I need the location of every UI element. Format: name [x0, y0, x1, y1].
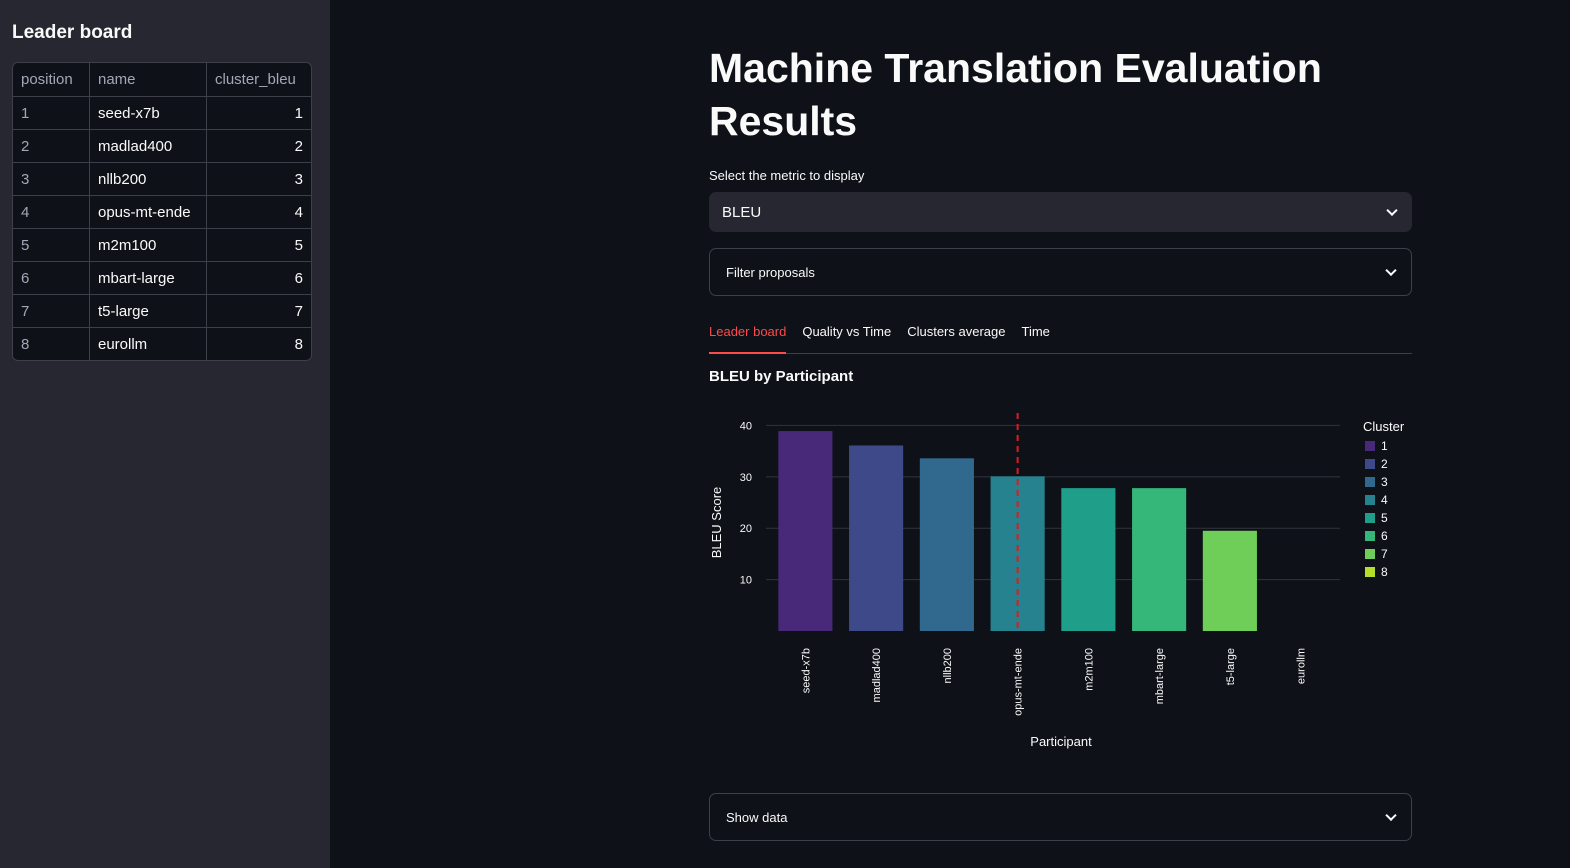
legend-label: 8 [1381, 565, 1388, 579]
table-row[interactable]: 3 nllb200 3 [13, 162, 311, 195]
tab-bar: Leader board Quality vs Time Clusters av… [709, 318, 1412, 354]
cell-position: 2 [21, 137, 30, 155]
column-header-cluster-bleu[interactable]: cluster_bleu [206, 63, 311, 96]
table-header-row: position name cluster_bleu [13, 63, 311, 96]
legend-swatch [1365, 531, 1375, 541]
table-row[interactable]: 8 eurollm 8 [13, 327, 311, 360]
metric-select[interactable]: BLEU [709, 192, 1412, 232]
legend-swatch [1365, 567, 1375, 577]
cell-position: 6 [21, 269, 30, 287]
table-row[interactable]: 7 t5-large 7 [13, 294, 311, 327]
cell-cluster-bleu: 8 [206, 328, 311, 360]
cell-position: 7 [21, 302, 30, 320]
cell-name: seed-x7b [89, 97, 206, 129]
legend-label: 3 [1381, 475, 1388, 489]
show-data-expander[interactable]: Show data [709, 793, 1412, 841]
y-axis-label: BLEU Score [709, 487, 724, 559]
x-tick-label: mbart-large [1154, 648, 1166, 704]
chart-heading: BLEU by Participant [709, 368, 854, 385]
column-header-position[interactable]: position [13, 63, 89, 96]
legend-label: 2 [1381, 457, 1388, 471]
tab-leader-board[interactable]: Leader board [709, 318, 787, 354]
x-tick-label: t5-large [1225, 648, 1237, 685]
legend-label: 5 [1381, 511, 1388, 525]
tab-quality-vs-time[interactable]: Quality vs Time [802, 318, 891, 354]
cell-name: nllb200 [89, 163, 206, 195]
cell-position: 8 [21, 335, 30, 353]
legend-swatch [1365, 441, 1375, 451]
cell-name: t5-large [89, 295, 206, 327]
bar [990, 476, 1045, 631]
x-tick-label: madlad400 [871, 648, 883, 702]
bar [849, 445, 904, 631]
bar [1202, 530, 1257, 631]
cell-cluster-bleu: 1 [206, 97, 311, 129]
bar [1061, 488, 1116, 631]
show-data-label: Show data [726, 809, 788, 825]
legend-swatch [1365, 477, 1375, 487]
y-tick-label: 20 [740, 523, 752, 535]
cell-position: 1 [21, 104, 30, 122]
bar [1132, 488, 1187, 631]
y-tick-label: 40 [740, 420, 752, 432]
cell-name: m2m100 [89, 229, 206, 261]
x-tick-label: m2m100 [1083, 648, 1095, 691]
metric-select-value: BLEU [722, 203, 762, 221]
sidebar-title: Leader board [12, 22, 133, 43]
cell-position: 3 [21, 170, 30, 188]
legend-label: 4 [1381, 493, 1388, 507]
y-tick-label: 10 [740, 575, 752, 587]
y-tick-label: 30 [740, 472, 752, 484]
column-header-name[interactable]: name [89, 63, 206, 96]
bar [778, 431, 833, 631]
tab-clusters-average[interactable]: Clusters average [907, 318, 1005, 354]
page-title: Machine Translation Evaluation Results [709, 45, 1322, 144]
cell-cluster-bleu: 6 [206, 262, 311, 294]
cell-cluster-bleu: 4 [206, 196, 311, 228]
table-row[interactable]: 2 madlad400 2 [13, 129, 311, 162]
table-row[interactable]: 5 m2m100 5 [13, 228, 311, 261]
cell-name: madlad400 [89, 130, 206, 162]
tab-time[interactable]: Time [1021, 318, 1049, 354]
x-tick-label: seed-x7b [800, 648, 812, 693]
table-row[interactable]: 1 seed-x7b 1 [13, 96, 311, 129]
bleu-bar-chart[interactable]: 10 20 30 40 BLEU Score seed-x7b madlad400 nllb2… [700, 400, 1440, 760]
metric-select-label: Select the metric to display [709, 168, 865, 183]
chevron-down-icon [1385, 264, 1397, 277]
cell-position: 4 [21, 203, 30, 221]
chevron-down-icon [1385, 809, 1397, 822]
cell-name: eurollm [89, 328, 206, 360]
table-row[interactable]: 4 opus-mt-ende 4 [13, 195, 311, 228]
table-row[interactable]: 6 mbart-large 6 [13, 261, 311, 294]
bar [919, 458, 974, 631]
filter-proposals-expander[interactable]: Filter proposals [709, 248, 1412, 296]
chevron-down-icon [1386, 204, 1398, 217]
cell-cluster-bleu: 2 [206, 130, 311, 162]
filter-proposals-label: Filter proposals [726, 264, 815, 280]
sidebar: Leader board position name cluster_bleu … [0, 0, 330, 868]
cell-cluster-bleu: 7 [206, 295, 311, 327]
x-tick-label: opus-mt-ende [1013, 648, 1025, 716]
x-tick-label: eurollm [1296, 648, 1308, 684]
legend-title: Cluster [1363, 419, 1405, 434]
cell-position: 5 [21, 236, 30, 254]
cell-name: mbart-large [89, 262, 206, 294]
legend-swatch [1365, 459, 1375, 469]
legend-label: 6 [1381, 529, 1388, 543]
x-axis-label: Participant [1030, 734, 1092, 749]
cell-cluster-bleu: 3 [206, 163, 311, 195]
legend-swatch [1365, 495, 1375, 505]
x-tick-label: nllb200 [942, 648, 954, 683]
cell-cluster-bleu: 5 [206, 229, 311, 261]
leaderboard-table[interactable]: position name cluster_bleu 1 seed-x7b 1 2 ma… [12, 62, 312, 361]
cell-name: opus-mt-ende [89, 196, 206, 228]
legend-label: 1 [1381, 439, 1388, 453]
legend-label: 7 [1381, 547, 1388, 561]
legend-swatch [1365, 549, 1375, 559]
legend-swatch [1365, 513, 1375, 523]
